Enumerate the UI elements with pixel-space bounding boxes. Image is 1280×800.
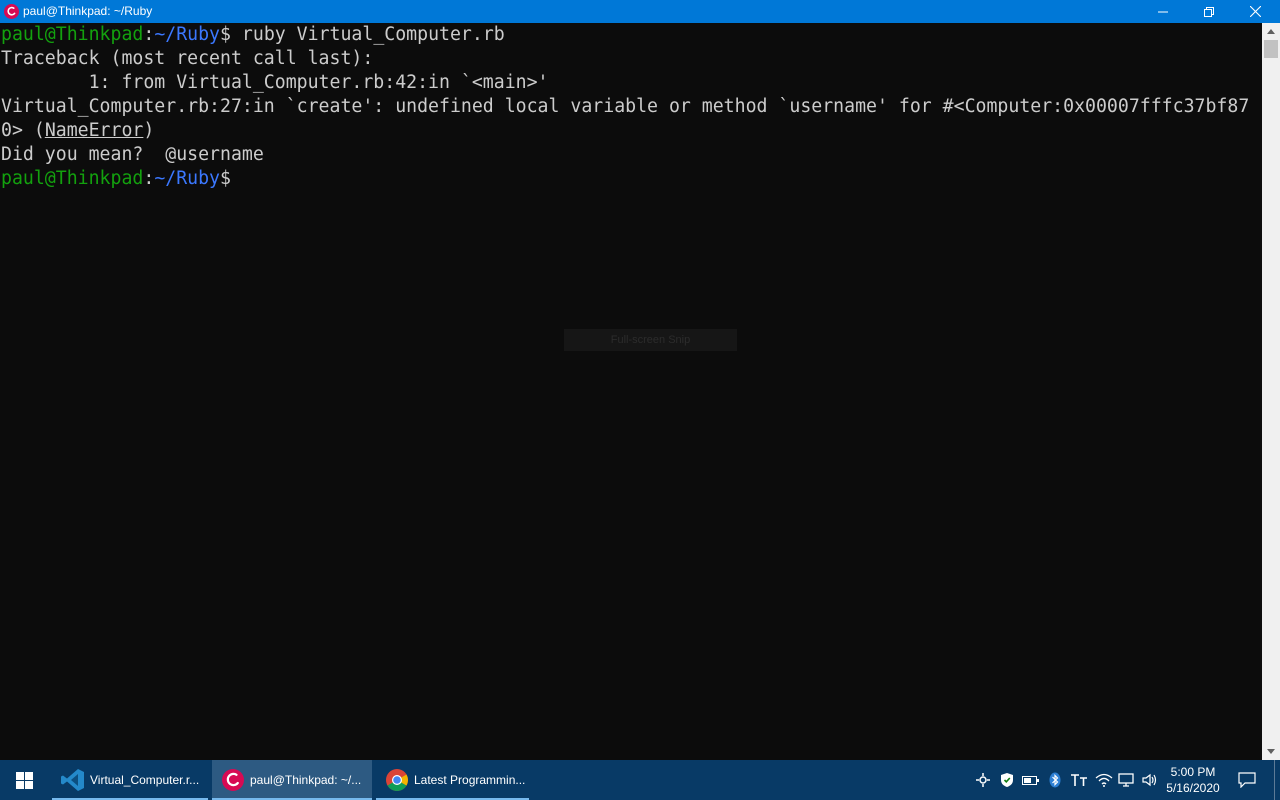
- window-title: paul@Thinkpad: ~/Ruby: [23, 4, 153, 18]
- show-desktop-button[interactable]: [1274, 760, 1275, 800]
- prompt-user-host: paul@Thinkpad: [1, 168, 144, 189]
- taskbar-app-label: paul@Thinkpad: ~/...: [250, 773, 362, 787]
- terminal-line-suggestion: Did you mean? @username: [1, 144, 264, 165]
- volume-icon[interactable]: [1140, 770, 1160, 790]
- clock-time: 5:00 PM: [1170, 765, 1216, 779]
- bluetooth-icon[interactable]: [1045, 770, 1065, 790]
- taskbar: Virtual_Computer.r... paul@Thinkpad: ~/.…: [0, 760, 1280, 800]
- battery-icon[interactable]: [1021, 770, 1041, 790]
- terminal-line-prompt: paul@Thinkpad:~/Ruby$: [1, 167, 231, 191]
- scrollbar-thumb[interactable]: [1264, 40, 1278, 58]
- clock-date: 5/16/2020: [1166, 781, 1220, 795]
- taskbar-app-chrome[interactable]: Latest Programmin...: [376, 760, 529, 800]
- system-clock[interactable]: 5:00 PM 5/16/2020: [1160, 764, 1226, 796]
- security-shield-icon[interactable]: [997, 770, 1017, 790]
- display-icon[interactable]: [1117, 770, 1137, 790]
- prompt-colon: :: [143, 168, 155, 189]
- debian-icon: [221, 768, 245, 792]
- error-wrap-pre: 0> (: [1, 120, 45, 141]
- terminal-line-error: Virtual_Computer.rb:27:in `create': unde…: [1, 96, 1250, 117]
- scroll-down-button[interactable]: [1262, 743, 1280, 760]
- start-button[interactable]: [0, 760, 48, 800]
- taskbar-app-vscode[interactable]: Virtual_Computer.r...: [52, 760, 208, 800]
- prompt-path: ~/Ruby: [154, 24, 221, 45]
- close-button[interactable]: [1232, 0, 1278, 23]
- wifi-icon[interactable]: [1094, 770, 1114, 790]
- taskbar-app-terminal[interactable]: paul@Thinkpad: ~/...: [212, 760, 372, 800]
- terminal-output[interactable]: paul@Thinkpad:~/Ruby$ ruby Virtual_Compu…: [0, 23, 1262, 760]
- prompt-path: ~/Ruby: [154, 168, 221, 189]
- prompt-user-host: paul@Thinkpad: [1, 24, 144, 45]
- restore-button[interactable]: [1186, 0, 1232, 23]
- command-text: ruby Virtual_Computer.rb: [230, 24, 505, 45]
- action-center-icon[interactable]: [1236, 769, 1258, 791]
- prompt-colon: :: [143, 24, 155, 45]
- terminal-line-traceback: Traceback (most recent call last):: [1, 48, 374, 69]
- error-class: NameError: [44, 120, 144, 141]
- title-bar: paul@Thinkpad: ~/Ruby: [0, 0, 1280, 23]
- error-wrap-post: ): [143, 120, 155, 141]
- taskbar-app-label: Virtual_Computer.r...: [90, 773, 200, 787]
- debian-icon: [4, 4, 19, 19]
- vertical-scrollbar[interactable]: [1262, 23, 1280, 760]
- terminal-line-error-wrap: 0> (NameError): [1, 119, 154, 143]
- vscode-icon: [61, 768, 85, 792]
- pen-ink-icon[interactable]: [1069, 770, 1089, 790]
- minimize-button[interactable]: [1140, 0, 1186, 23]
- chrome-icon: [385, 768, 409, 792]
- scroll-up-button[interactable]: [1262, 23, 1280, 40]
- terminal-line-command: paul@Thinkpad:~/Ruby$ ruby Virtual_Compu…: [1, 23, 505, 47]
- terminal-line-frame: 1: from Virtual_Computer.rb:42:in `<main…: [1, 72, 549, 93]
- snip-overlay: Full-screen Snip: [564, 329, 737, 351]
- network-settings-icon[interactable]: [973, 770, 993, 790]
- prompt-char: $: [220, 24, 231, 45]
- prompt-char: $: [220, 168, 231, 189]
- taskbar-app-label: Latest Programmin...: [414, 773, 526, 787]
- windows-icon: [15, 771, 33, 789]
